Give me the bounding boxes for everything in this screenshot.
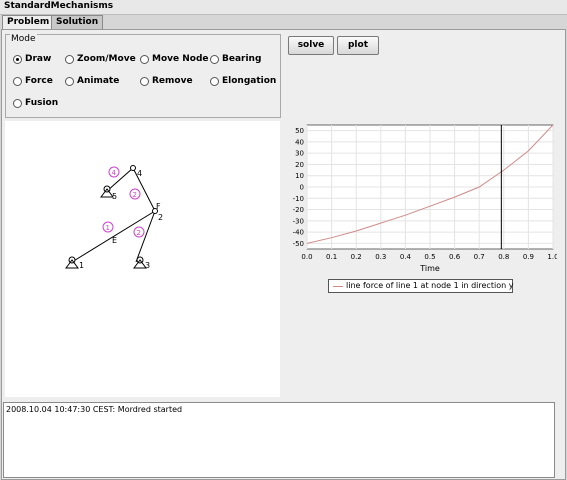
mode-fusion-label: Fusion	[25, 98, 59, 108]
radio-icon	[13, 77, 22, 86]
force-plot: 50 40 30 20 10 0 -10 -20 -30 -40 -50 0.0 0.1 0.2 0.3 0…	[285, 121, 559, 293]
mode-group: Mode Draw Zoom/Move Move Node Bearing Fo…	[5, 34, 281, 118]
bearing-icon	[65, 256, 79, 269]
radio-icon	[65, 77, 74, 86]
y-tick-label: 10	[295, 172, 304, 180]
y-tick-label: -30	[293, 217, 304, 225]
window-title: StandardMechanisms	[4, 1, 114, 11]
radio-icon	[210, 77, 219, 86]
mode-bearing-label: Bearing	[222, 54, 262, 64]
mode-elongation-radio[interactable]: Elongation	[210, 75, 278, 87]
mode-animate-label: Animate	[77, 76, 120, 86]
plot-button[interactable]: plot	[337, 36, 379, 55]
node-label-1: 1	[79, 261, 84, 270]
y-tick-label: 0	[300, 184, 304, 192]
mode-force-label: Force	[25, 76, 53, 86]
force-plot-svg: 50 40 30 20 10 0 -10 -20 -30 -40 -50 0.0 0.1 0.2 0.3 0…	[293, 124, 559, 273]
y-tick-label: 40	[295, 138, 304, 146]
mode-group-title: Mode	[10, 34, 37, 44]
radio-icon	[140, 55, 149, 64]
y-tick-label: -40	[293, 229, 304, 237]
node-label-4: 4	[137, 169, 142, 178]
x-tick-label: 0.7	[474, 253, 485, 261]
mechanism-canvas[interactable]: 1 2 3 4 5 F E 1 2 2 4	[5, 121, 280, 397]
legend-swatch	[333, 286, 343, 287]
y-tick-label: -10	[293, 195, 304, 203]
x-tick-label: 1.0	[547, 253, 557, 261]
x-axis-label: Time	[419, 264, 440, 273]
force-label: F	[156, 202, 161, 211]
radio-icon	[140, 77, 149, 86]
radio-icon	[210, 55, 219, 64]
tab-bar: Problem Solution	[0, 15, 567, 30]
radio-icon	[13, 99, 22, 108]
window-titlebar: StandardMechanisms	[0, 0, 567, 15]
radio-icon	[65, 55, 74, 64]
mode-zoom-move-radio[interactable]: Zoom/Move	[65, 53, 136, 65]
y-tick-label: -50	[293, 240, 304, 248]
radio-selected-icon	[13, 55, 22, 64]
x-tick-label: 0.0	[301, 253, 312, 261]
member-label: 1	[106, 224, 110, 232]
x-tick-label: 0.2	[351, 253, 362, 261]
x-tick-label: 0.1	[326, 253, 337, 261]
mode-zoom-move-label: Zoom/Move	[77, 54, 136, 64]
x-tick-label: 0.9	[523, 253, 534, 261]
tab-solution[interactable]: Solution	[51, 15, 104, 29]
mode-animate-radio[interactable]: Animate	[65, 75, 125, 87]
member-label: 2	[137, 229, 141, 237]
mode-force-radio[interactable]: Force	[13, 75, 63, 87]
solve-button[interactable]: solve	[288, 36, 334, 55]
mode-elongation-label: Elongation	[222, 76, 277, 86]
elongation-label: E	[112, 236, 117, 245]
y-tick-label: 20	[295, 161, 304, 169]
tab-problem[interactable]: Problem	[2, 15, 55, 30]
node-label-2: 2	[158, 213, 163, 222]
legend-label: line force of line 1 at node 1 in direct…	[346, 281, 514, 290]
node-label-3: 3	[145, 261, 150, 270]
x-tick-label: 0.3	[375, 253, 386, 261]
y-tick-label: 50	[295, 127, 304, 135]
x-tick-label: 0.5	[424, 253, 435, 261]
node-marker	[130, 165, 136, 171]
member-label: 4	[112, 169, 117, 177]
mode-bearing-radio[interactable]: Bearing	[210, 53, 276, 65]
mode-remove-radio[interactable]: Remove	[140, 75, 200, 87]
mode-draw-label: Draw	[25, 54, 52, 64]
node-label-5: 5	[112, 192, 117, 201]
log-area[interactable]: 2008.10.04 10:47:30 CEST: Mordred starte…	[3, 402, 555, 478]
member-label: 2	[133, 191, 137, 199]
y-tick-label: -20	[293, 206, 304, 214]
x-tick-label: 0.8	[498, 253, 509, 261]
mode-draw-radio[interactable]: Draw	[13, 53, 73, 65]
mode-move-node-label: Move Node	[152, 54, 209, 64]
mode-move-node-radio[interactable]: Move Node	[140, 53, 210, 65]
mode-remove-label: Remove	[152, 76, 193, 86]
mode-fusion-radio[interactable]: Fusion	[13, 97, 65, 109]
log-line: 2008.10.04 10:47:30 CEST: Mordred starte…	[6, 405, 183, 414]
x-tick-label: 0.6	[449, 253, 461, 261]
y-tick-label: 30	[295, 150, 304, 158]
mechanism-drawing: 1 2 3 4 5 F E 1 2 2 4	[65, 165, 163, 270]
plot-legend: line force of line 1 at node 1 in direct…	[328, 279, 513, 293]
x-tick-label: 0.4	[400, 253, 412, 261]
